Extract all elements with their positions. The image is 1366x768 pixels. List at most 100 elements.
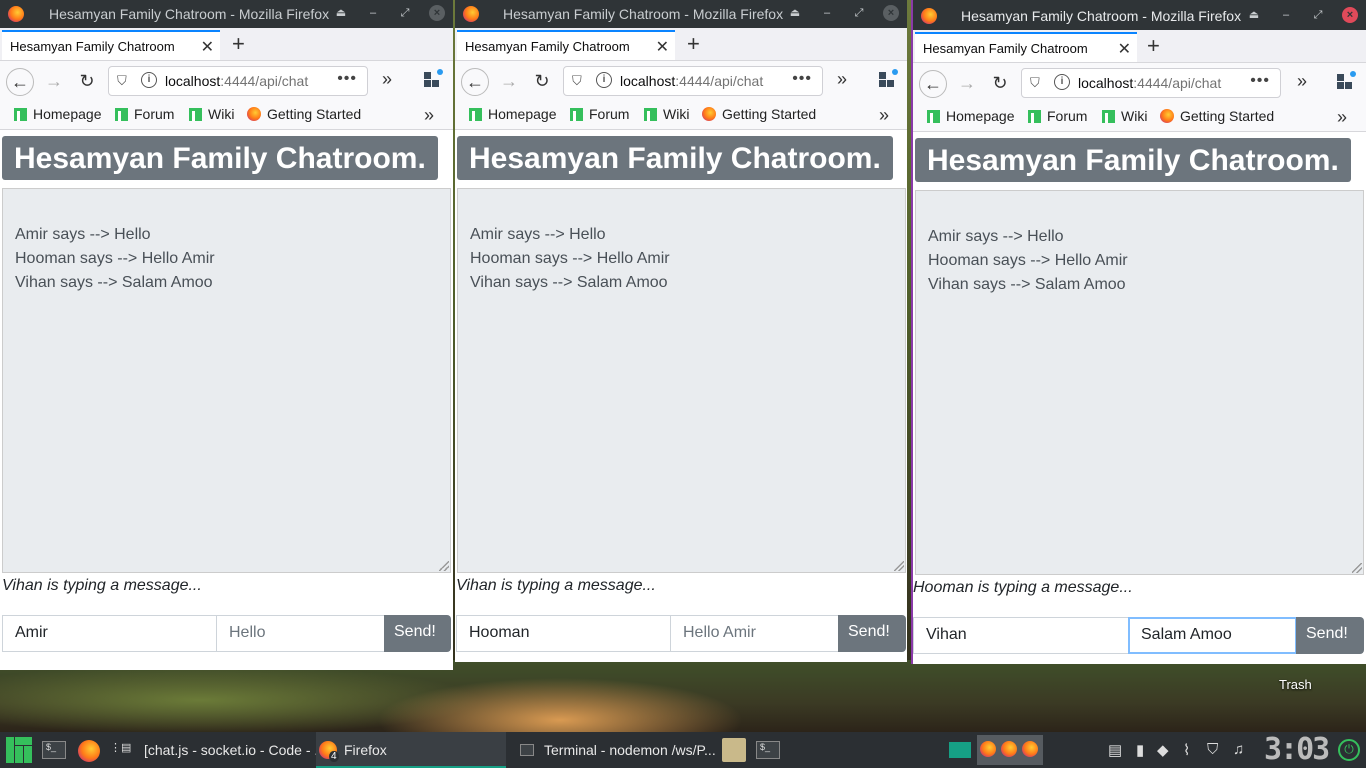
bookmark-forum[interactable]: Forum: [1028, 108, 1087, 124]
bookmark-homepage[interactable]: Homepage: [469, 106, 557, 122]
close-tab-icon[interactable]: ✕: [201, 37, 214, 57]
back-icon[interactable]: ←: [461, 68, 489, 96]
minimize-icon[interactable]: –: [819, 5, 835, 21]
message-input[interactable]: Salam Amoo: [1128, 617, 1297, 654]
back-icon[interactable]: ←: [6, 68, 34, 96]
message-input[interactable]: Hello Amir: [670, 615, 839, 652]
file-manager-icon[interactable]: [722, 738, 746, 762]
site-info-icon[interactable]: i: [596, 72, 612, 88]
resize-grip-icon[interactable]: [1352, 563, 1362, 573]
network-icon[interactable]: ◆: [1157, 741, 1169, 759]
forward-icon[interactable]: →: [40, 68, 68, 96]
page-actions-icon[interactable]: •••: [1250, 72, 1270, 90]
bookmark-homepage[interactable]: Homepage: [14, 106, 102, 122]
keep-above-icon[interactable]: ⏏: [1246, 7, 1262, 23]
new-tab-icon[interactable]: +: [232, 31, 245, 57]
chat-messages-box[interactable]: Amir says --> Hello Hooman says --> Hell…: [457, 188, 906, 573]
bookmark-homepage[interactable]: Homepage: [927, 108, 1015, 124]
minimize-icon[interactable]: –: [365, 5, 381, 21]
name-input[interactable]: Vihan: [913, 617, 1129, 654]
window-titlebar[interactable]: Hesamyan Family Chatroom - Mozilla Firef…: [0, 0, 453, 28]
bookmark-forum[interactable]: Forum: [570, 106, 629, 122]
url-bar[interactable]: ⛉ i localhost:4444/api/chat •••: [563, 66, 823, 96]
close-icon[interactable]: ×: [1342, 7, 1358, 23]
page-actions-icon[interactable]: •••: [337, 70, 357, 88]
bookmark-getting-started[interactable]: Getting Started: [1160, 108, 1274, 124]
restore-icon[interactable]: ⤢: [397, 5, 413, 21]
bookmarks-overflow-icon[interactable]: »: [424, 105, 434, 126]
taskbar-item-code[interactable]: [chat.js - socket.io - Code - ...: [110, 732, 326, 768]
bookmark-getting-started[interactable]: Getting Started: [247, 106, 361, 122]
reload-icon[interactable]: ↻: [73, 68, 101, 96]
security-shield-icon[interactable]: ⛉: [1207, 741, 1218, 758]
site-info-icon[interactable]: i: [141, 72, 157, 88]
terminal-launcher-icon[interactable]: $_: [42, 741, 66, 759]
keep-above-icon[interactable]: ⏏: [787, 5, 803, 21]
bookmark-forum[interactable]: Forum: [115, 106, 174, 122]
tab-chatroom[interactable]: Hesamyan Family Chatroom ✕: [2, 30, 220, 60]
restore-icon[interactable]: ⤢: [851, 5, 867, 21]
send-button[interactable]: Send!: [1296, 617, 1364, 654]
overflow-chevron-icon[interactable]: »: [1297, 71, 1307, 92]
shield-icon[interactable]: ⛉: [1030, 75, 1040, 91]
send-button[interactable]: Send!: [384, 615, 451, 652]
new-tab-icon[interactable]: +: [1147, 33, 1160, 59]
pager-window-icon[interactable]: [949, 742, 971, 758]
forward-icon[interactable]: →: [495, 68, 523, 96]
extensions-icon[interactable]: [879, 69, 898, 88]
message-input[interactable]: Hello: [216, 615, 385, 652]
page-actions-icon[interactable]: •••: [792, 70, 812, 88]
firefox-launcher-icon[interactable]: [78, 740, 100, 762]
new-tab-icon[interactable]: +: [687, 31, 700, 57]
bookmark-wiki[interactable]: Wiki: [644, 106, 689, 122]
bookmark-wiki[interactable]: Wiki: [189, 106, 234, 122]
resize-grip-icon[interactable]: [894, 561, 904, 571]
send-button[interactable]: Send!: [838, 615, 906, 652]
chat-messages-box[interactable]: Amir says --> Hello Hooman says --> Hell…: [2, 188, 451, 573]
minimize-icon[interactable]: –: [1278, 7, 1294, 23]
site-info-icon[interactable]: i: [1054, 74, 1070, 90]
shield-icon[interactable]: ⛉: [572, 73, 582, 89]
forward-icon[interactable]: →: [953, 70, 981, 98]
extensions-icon[interactable]: [424, 69, 443, 88]
overflow-chevron-icon[interactable]: »: [837, 69, 847, 90]
attachment-icon[interactable]: ⌇: [1183, 741, 1190, 759]
taskbar-item-terminal[interactable]: Terminal - nodemon /ws/P...: [515, 732, 720, 768]
tab-chatroom[interactable]: Hesamyan Family Chatroom ✕: [457, 30, 675, 60]
extensions-icon[interactable]: [1337, 71, 1356, 90]
power-icon[interactable]: ⏻: [1338, 739, 1360, 761]
clipboard-icon[interactable]: ▤: [1108, 741, 1122, 759]
keep-above-icon[interactable]: ⏏: [333, 5, 349, 21]
battery-icon[interactable]: ▮: [1136, 741, 1144, 759]
volume-icon[interactable]: ♫: [1233, 741, 1244, 758]
taskbar-item-firefox[interactable]: 4 Firefox: [316, 732, 506, 768]
back-icon[interactable]: ←: [919, 70, 947, 98]
name-input[interactable]: Amir: [2, 615, 217, 652]
reload-icon[interactable]: ↻: [986, 70, 1014, 98]
application-menu-icon[interactable]: [6, 737, 32, 763]
bookmark-getting-started[interactable]: Getting Started: [702, 106, 816, 122]
virtual-desktop-pager[interactable]: [977, 735, 1043, 765]
resize-grip-icon[interactable]: [439, 561, 449, 571]
bookmarks-overflow-icon[interactable]: »: [879, 105, 889, 126]
window-titlebar[interactable]: Hesamyan Family Chatroom - Mozilla Firef…: [913, 0, 1366, 30]
url-bar[interactable]: ⛉ i localhost:4444/api/chat •••: [108, 66, 368, 96]
chat-messages-box[interactable]: Amir says --> Hello Hooman says --> Hell…: [915, 190, 1364, 575]
close-icon[interactable]: ×: [429, 5, 445, 21]
bookmarks-overflow-icon[interactable]: »: [1337, 107, 1347, 128]
window-titlebar[interactable]: Hesamyan Family Chatroom - Mozilla Firef…: [455, 0, 907, 28]
url-bar[interactable]: ⛉ i localhost:4444/api/chat •••: [1021, 68, 1281, 98]
shield-icon[interactable]: ⛉: [117, 73, 127, 89]
close-tab-icon[interactable]: ✕: [1118, 39, 1131, 59]
bookmark-wiki[interactable]: Wiki: [1102, 108, 1147, 124]
overflow-chevron-icon[interactable]: »: [382, 69, 392, 90]
terminal-window-icon[interactable]: $_: [756, 741, 780, 759]
tab-chatroom[interactable]: Hesamyan Family Chatroom ✕: [915, 32, 1137, 62]
reload-icon[interactable]: ↻: [528, 68, 556, 96]
trash-desktop-icon-label[interactable]: Trash: [1279, 677, 1312, 692]
close-tab-icon[interactable]: ✕: [656, 37, 669, 57]
close-icon[interactable]: ×: [883, 5, 899, 21]
restore-icon[interactable]: ⤢: [1310, 7, 1326, 23]
clock[interactable]: 3:03: [1264, 732, 1330, 768]
name-input[interactable]: Hooman: [456, 615, 671, 652]
